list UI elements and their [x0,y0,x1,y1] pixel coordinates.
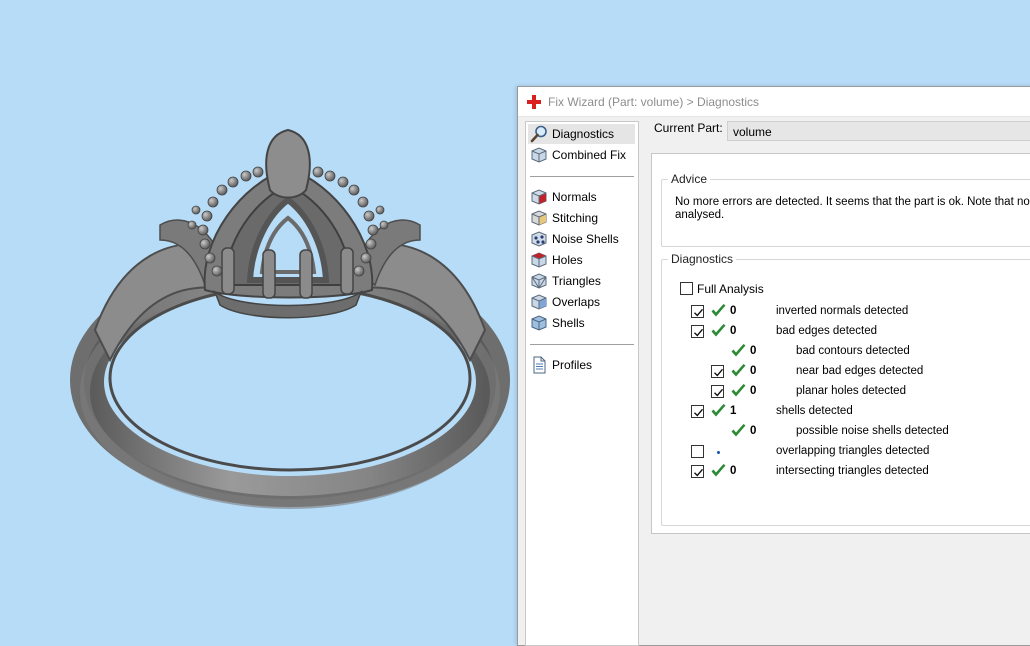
diagnostic-count: 0 [750,425,757,437]
sidebar-item-triangles[interactable]: Triangles [528,271,635,291]
diagnostic-row: 0 possible noise shells detected [662,422,1022,440]
sidebar-item-stitching[interactable]: Stitching [528,208,635,228]
normals-cube-icon [530,188,548,206]
green-check-icon [710,323,727,339]
sidebar-item-combined-fix[interactable]: Combined Fix [528,145,635,165]
diagnostics-group: Diagnostics Full Analysis 0 inverted norm… [661,252,1030,526]
window-title: Fix Wizard (Part: volume) > Diagnostics [548,95,760,109]
sidebar-item-noise-shells[interactable]: Noise Shells [528,229,635,249]
full-analysis-checkbox[interactable] [680,282,693,295]
diagnostic-count: 0 [730,325,737,337]
sidebar-item-profiles[interactable]: Profiles [528,355,635,375]
diagnostic-label: planar holes detected [796,385,906,397]
wizard-sidebar: Diagnostics Combined Fix Normals Stitchi… [525,121,639,646]
green-check-icon [730,383,747,399]
sidebar-item-label: Combined Fix [552,148,627,162]
diagnostics-title: Diagnostics [668,252,737,266]
diagnostic-count: 0 [750,385,757,397]
sidebar-item-label: Shells [552,316,585,330]
sidebar-item-label: Diagnostics [552,127,615,141]
diagnostic-row: 0 planar holes detected [662,382,1022,400]
sidebar-item-diagnostics[interactable]: Diagnostics [528,124,635,144]
sidebar-item-label: Overlaps [552,295,601,309]
diagnostic-checkbox[interactable] [691,445,704,458]
document-icon [530,356,548,374]
diagnostic-label: possible noise shells detected [796,425,949,437]
cube-icon [530,146,548,164]
sidebar-item-overlaps[interactable]: Overlaps [528,292,635,312]
current-part-label: Current Part: [654,121,723,135]
sidebar-item-label: Holes [552,253,583,267]
title-bar[interactable]: Fix Wizard (Part: volume) > Diagnostics [518,87,1030,117]
advice-text: No more errors are detected. It seems th… [675,196,1030,221]
green-check-icon [730,343,747,359]
sidebar-item-label: Normals [552,190,597,204]
diagnostic-row: 0 inverted normals detected [662,302,1022,320]
red-cross-app-icon [527,95,541,109]
sidebar-item-holes[interactable]: Holes [528,250,635,270]
sidebar-divider [530,344,634,345]
triangles-cube-icon [530,272,548,290]
full-analysis-label: Full Analysis [697,282,764,296]
advice-group: Advice No more errors are detected. It s… [661,172,1030,247]
diagnostic-row: 0 near bad edges detected [662,362,1022,380]
diagnostic-count: 0 [750,365,757,377]
diagnostic-checkbox[interactable] [691,305,704,318]
pending-dot-icon [717,451,720,454]
diagnostic-checkbox[interactable] [691,405,704,418]
noise-shells-icon [530,230,548,248]
green-check-icon [710,463,727,479]
diagnostics-panel: Advice No more errors are detected. It s… [651,153,1030,534]
green-check-icon [710,403,727,419]
diagnostic-row: 0 intersecting triangles detected [662,462,1022,480]
diagnostic-count: 0 [750,345,757,357]
holes-cube-icon [530,251,548,269]
green-check-icon [730,423,747,439]
diagnostic-label: bad edges detected [776,325,878,337]
diagnostic-checkbox[interactable] [691,325,704,338]
diagnostic-checkbox[interactable] [711,365,724,378]
diagnostic-row: overlapping triangles detected [662,442,1022,460]
sidebar-item-label: Profiles [552,358,593,372]
diagnostic-label: intersecting triangles detected [776,465,929,477]
sidebar-item-shells[interactable]: Shells [528,313,635,333]
diagnostic-label: inverted normals detected [776,305,909,317]
diagnostic-checkbox[interactable] [711,385,724,398]
diagnostic-checkbox[interactable] [691,465,704,478]
diagnostic-row: 0 bad edges detected [662,322,1022,340]
diagnostic-count: 0 [730,305,737,317]
sidebar-item-label: Noise Shells [552,232,619,246]
advice-title: Advice [668,172,711,186]
sidebar-item-label: Triangles [552,274,601,288]
diagnostic-row: 0 bad contours detected [662,342,1022,360]
current-part-field: volume [727,121,1030,141]
sidebar-item-normals[interactable]: Normals [528,187,635,207]
diagnostic-label: overlapping triangles detected [776,445,930,457]
diagnostic-label: near bad edges detected [796,365,924,377]
shells-cube-icon [530,314,548,332]
green-check-icon [730,363,747,379]
fix-wizard-window: Fix Wizard (Part: volume) > Diagnostics … [517,86,1030,646]
diagnostic-label: shells detected [776,405,853,417]
sidebar-divider [530,176,634,177]
overlaps-cube-icon [530,293,548,311]
diagnostic-count: 0 [730,465,737,477]
green-check-icon [710,303,727,319]
diagnostic-label: bad contours detected [796,345,910,357]
magnifier-icon [530,125,548,143]
sidebar-item-label: Stitching [552,211,599,225]
stitching-cube-icon [530,209,548,227]
diagnostic-count: 1 [730,405,737,417]
diagnostic-row: 1 shells detected [662,402,1022,420]
